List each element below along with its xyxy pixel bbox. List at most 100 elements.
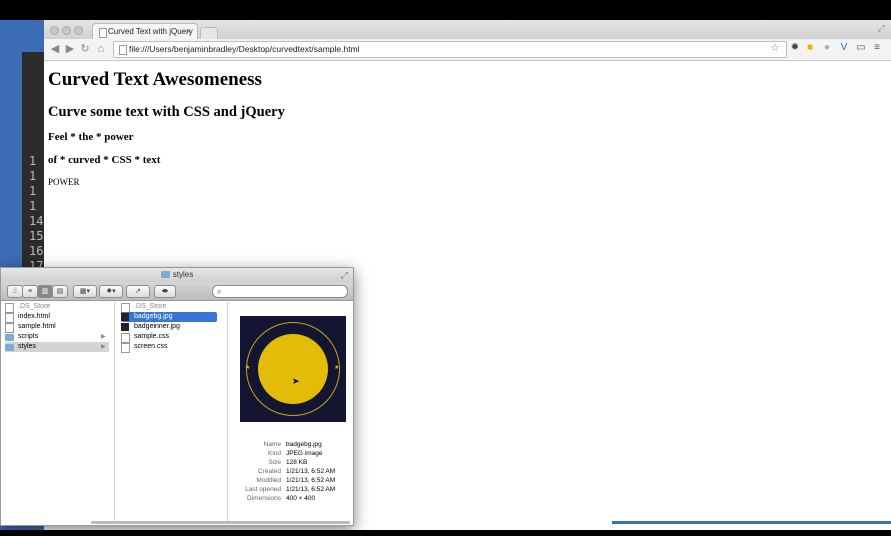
menu-icon[interactable]: ≡ [871,42,883,54]
info-label: Size [268,459,281,466]
curved-line-2: of * curved * CSS * text [48,154,161,166]
page-subheading: Curve some text with CSS and jQuery [48,104,285,120]
desktop-strip [612,521,891,524]
file-name: screen.css [134,343,168,350]
info-label: Last opened [245,486,281,493]
file-row[interactable]: sample.html [5,322,109,333]
action-gear-button[interactable]: ✹▾ [99,285,123,298]
tab-curved-text[interactable]: Curved Text with jQuery × [92,23,198,40]
folder-icon [5,334,14,341]
bookmark-star-icon[interactable]: ☆ [770,41,780,56]
page-icon [99,28,107,38]
extension-icon[interactable]: ■ [804,42,816,54]
file-row[interactable]: .DS_Store [121,302,217,313]
tab-close-icon[interactable]: × [186,24,191,40]
star-icon: ★ [245,365,251,371]
star-icon: ★ [334,365,340,371]
line-number: 14 [29,214,44,228]
new-tab-button[interactable] [200,27,218,39]
column-styles[interactable]: .DS_Store badgebg.jpg badgeinner.jpg sample… [119,302,228,524]
info-value: badgebg.jpg [286,441,322,448]
close-window-button[interactable] [50,26,59,35]
line-number: 1 [29,154,37,168]
extension-v-icon[interactable]: V [838,42,850,54]
image-file-icon [121,313,129,321]
folder-icon [160,271,170,278]
file-name: sample.css [134,333,170,340]
finder-titlebar[interactable]: styles ⤢ [1,268,353,282]
file-row[interactable]: .DS_Store [5,302,109,313]
extension-circle-icon[interactable]: ● [821,42,833,54]
tab-bar: Curved Text with jQuery × ⤢ [44,20,891,40]
file-name: styles [18,343,36,350]
address-bar[interactable]: file:///Users/benjaminbradley/Desktop/cu… [113,41,787,58]
arrange-button[interactable]: ▦▾ [73,285,97,298]
tab-title: Curved Text with jQuery [108,27,193,36]
fullscreen-icon[interactable]: ⤢ [878,23,885,34]
file-name: badgebg.jpg [134,313,173,320]
disclosure-arrow-icon: ▶ [101,344,106,350]
zoom-window-button[interactable] [74,26,83,35]
finder-toolbar: ⁞⁞ ≡ ▥ ▤ ▦▾ ✹▾ ↗ ⬬ ⌕ [1,282,353,301]
file-name: sample.html [18,323,56,330]
image-preview: ★ ★ ➤ [240,316,346,422]
info-label: Dimensions [247,495,281,502]
info-value: 1/21/13, 6:52 AM [286,477,336,484]
file-row[interactable]: badgeinner.jpg [121,322,217,332]
folder-icon [5,344,14,351]
gear-icon[interactable]: ✹ [789,42,801,54]
line-number: 1 [29,199,37,213]
column-view-button[interactable]: ▥ [37,285,53,298]
reload-icon[interactable]: ↻ [79,42,91,56]
power-text: POWER [48,177,80,187]
cast-icon[interactable]: ▭ [855,42,867,54]
list-view-button[interactable]: ≡ [22,285,38,298]
badge-center [258,334,328,404]
icon-view-button[interactable]: ⁞⁞ [7,285,23,298]
file-row[interactable]: badgebg.jpg [121,312,217,322]
cover-flow-button[interactable]: ▤ [52,285,68,298]
column-curvedtext[interactable]: .DS_Store index.html sample.html scripts ▶ st… [3,302,115,524]
file-name: index.html [18,313,50,320]
info-value: 400 × 400 [286,495,316,502]
share-button[interactable]: ↗ [126,285,150,298]
line-number: 1 [29,169,37,183]
disclosure-arrow-icon: ▶ [101,334,106,340]
page-heading: Curved Text Awesomeness [48,69,262,90]
info-label: Created [257,468,281,475]
url-text: file:///Users/benjaminbradley/Desktop/cu… [129,44,360,54]
info-value: 1/21/13, 6:52 AM [286,486,336,493]
mouse-cursor-icon: ➤ [292,376,300,386]
line-number: 15 [29,229,44,243]
forward-icon[interactable]: ▶ [64,42,76,56]
info-label: Name [263,441,281,448]
file-row[interactable]: index.html [5,312,109,323]
home-icon[interactable]: ⌂ [95,42,107,56]
back-icon[interactable]: ◀ [49,42,61,56]
file-icon [121,343,130,353]
file-name: scripts [18,333,39,340]
file-name: badgeinner.jpg [134,323,180,330]
info-label: Kind [267,450,281,457]
fullscreen-icon[interactable]: ⤢ [341,268,348,282]
finder-title: styles [172,270,194,279]
tags-button[interactable]: ⬬ [154,285,176,298]
info-value: JPEG image [286,450,323,457]
line-number: 16 [29,244,44,258]
page-icon [119,45,127,55]
search-icon: ⌕ [217,287,222,296]
curved-line-1: Feel * the * power [48,131,134,143]
file-row[interactable]: sample.css [121,332,217,343]
file-row[interactable]: styles ▶ [5,342,109,352]
minimize-window-button[interactable] [62,26,71,35]
info-label: Modified [256,477,281,484]
info-value: 1/21/13, 6:52 AM [286,468,336,475]
browser-toolbar: ◀ ▶ ↻ ⌂ file:///Users/benjaminbradley/De… [44,39,891,61]
file-row[interactable]: scripts ▶ [5,332,109,342]
finder-window: styles ⤢ ⁞⁞ ≡ ▥ ▤ ▦▾ ✹▾ ↗ ⬬ ⌕ .DS_Store i… [0,267,354,526]
file-name: .DS_Store [134,303,167,310]
finder-search-input[interactable]: ⌕ [212,285,348,298]
image-file-icon [121,323,129,331]
file-row[interactable]: screen.css [121,342,217,353]
horizontal-scrollbar[interactable] [91,521,350,524]
